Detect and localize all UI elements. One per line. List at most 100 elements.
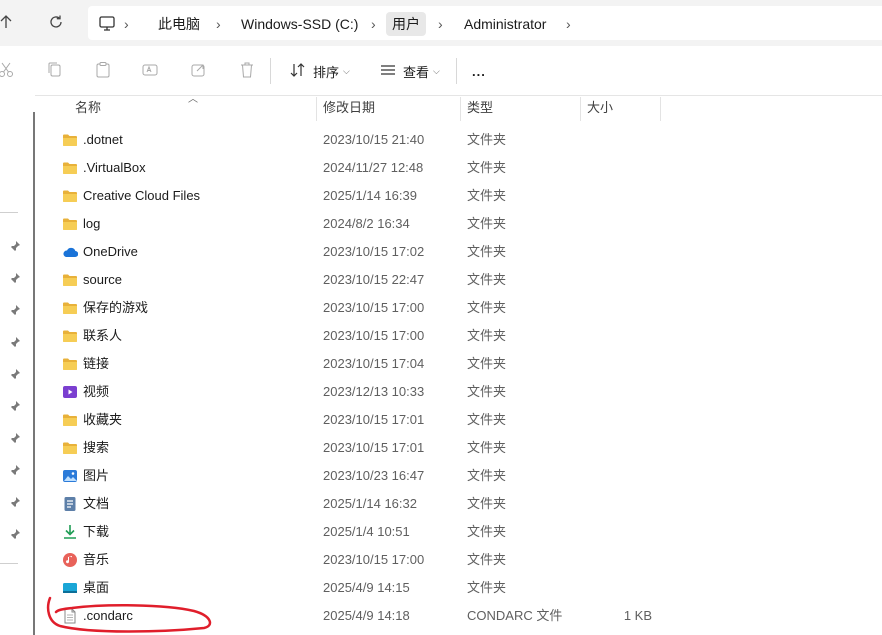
file-type: 文件夹 <box>467 384 507 399</box>
chevron-right-icon: › <box>124 16 129 32</box>
address-bar: › 此电脑 › Windows-SSD (C:) › 用户 › Administ… <box>0 0 882 46</box>
navigation-pane[interactable] <box>0 95 35 635</box>
pin-icon[interactable] <box>9 496 21 508</box>
pin-icon[interactable] <box>9 240 21 252</box>
nav-divider <box>0 563 18 564</box>
pin-icon[interactable] <box>9 272 21 284</box>
pin-icon[interactable] <box>9 528 21 540</box>
file-row[interactable]: 链接 2023/10/15 17:04 文件夹 <box>42 350 882 378</box>
folder-icon <box>62 356 78 372</box>
file-type: 文件夹 <box>467 468 507 483</box>
breadcrumb[interactable]: › 此电脑 › Windows-SSD (C:) › 用户 › Administ… <box>88 6 882 40</box>
file-type: 文件夹 <box>467 272 507 287</box>
view-icon <box>379 61 397 82</box>
file-row[interactable]: 保存的游戏 2023/10/15 17:00 文件夹 <box>42 294 882 322</box>
rename-icon[interactable] <box>141 60 161 80</box>
file-type: 文件夹 <box>467 160 507 175</box>
file-name: 保存的游戏 <box>83 300 149 315</box>
crumb-administrator[interactable]: Administrator <box>458 12 552 36</box>
crumb-users[interactable]: 用户 <box>386 12 426 36</box>
file-row[interactable]: 联系人 2023/10/15 17:00 文件夹 <box>42 322 882 350</box>
sort-icon <box>289 61 307 82</box>
file-row[interactable]: OneDrive 2023/10/15 17:02 文件夹 <box>42 238 882 266</box>
file-row[interactable]: 文档 2025/1/14 16:32 文件夹 <box>42 490 882 518</box>
file-row[interactable]: 音乐 2023/10/15 17:00 文件夹 <box>42 546 882 574</box>
file-name: .condarc <box>83 608 133 623</box>
pin-icon[interactable] <box>9 400 21 412</box>
view-button[interactable]: 查看 ⌵ <box>379 58 440 84</box>
folder-icon <box>62 132 78 148</box>
column-divider[interactable] <box>316 97 317 121</box>
file-name: 音乐 <box>83 552 110 567</box>
column-divider[interactable] <box>460 97 461 121</box>
file-row[interactable]: source 2023/10/15 22:47 文件夹 <box>42 266 882 294</box>
file-modified-date: 2023/10/23 16:47 <box>323 468 425 483</box>
column-divider[interactable] <box>580 97 581 121</box>
pin-icon[interactable] <box>9 432 21 444</box>
chevron-down-icon: ⌵ <box>343 65 350 76</box>
pictures-folder-icon <box>62 468 78 484</box>
column-header-name[interactable]: 名称 <box>75 95 101 121</box>
sort-button[interactable]: 排序 ⌵ <box>289 58 350 84</box>
file-row[interactable]: log 2024/8/2 16:34 文件夹 <box>42 210 882 238</box>
share-icon[interactable] <box>189 60 209 80</box>
file-modified-date: 2023/10/15 21:40 <box>323 132 425 147</box>
chevron-right-icon: › <box>371 16 376 32</box>
column-header-date[interactable]: 修改日期 <box>323 95 375 121</box>
file-name: Creative Cloud Files <box>83 188 201 203</box>
view-label: 查看 <box>403 64 430 80</box>
music-folder-icon <box>62 552 78 568</box>
crumb-drive-c[interactable]: Windows-SSD (C:) <box>235 12 364 36</box>
file-modified-date: 2025/4/9 14:15 <box>323 580 410 595</box>
file-type: 文件夹 <box>467 216 507 231</box>
cut-icon[interactable] <box>0 60 16 80</box>
file-row[interactable]: 下载 2025/1/4 10:51 文件夹 <box>42 518 882 546</box>
file-modified-date: 2023/12/13 10:33 <box>323 384 425 399</box>
pin-icon[interactable] <box>9 304 21 316</box>
file-row[interactable]: Creative Cloud Files 2025/1/14 16:39 文件夹 <box>42 182 882 210</box>
file-row[interactable]: .condarc 2025/4/9 14:18 CONDARC 文件 1 KB <box>42 602 882 630</box>
crumb-this-pc[interactable]: 此电脑 <box>152 12 206 36</box>
file-type: CONDARC 文件 <box>467 608 563 623</box>
chevron-right-icon: › <box>216 16 221 32</box>
more-options-button[interactable]: ... <box>472 58 486 84</box>
computer-icon[interactable] <box>98 14 116 35</box>
file-row[interactable]: .VirtualBox 2024/11/27 12:48 文件夹 <box>42 154 882 182</box>
file-type: 文件夹 <box>467 244 507 259</box>
toolbar-divider <box>456 58 457 84</box>
file-row[interactable]: 搜索 2023/10/15 17:01 文件夹 <box>42 434 882 462</box>
file-modified-date: 2023/10/15 17:04 <box>323 356 425 371</box>
file-name: OneDrive <box>83 244 138 259</box>
file-row[interactable]: 桌面 2025/4/9 14:15 文件夹 <box>42 574 882 602</box>
up-arrow-icon[interactable] <box>0 10 18 34</box>
column-header-type[interactable]: 类型 <box>467 95 493 121</box>
column-header-size[interactable]: 大小 <box>587 95 613 121</box>
pane-splitter[interactable] <box>33 112 35 635</box>
file-row[interactable]: 图片 2023/10/23 16:47 文件夹 <box>42 462 882 490</box>
file-type: 文件夹 <box>467 496 507 511</box>
video-folder-icon <box>62 384 78 400</box>
file-row[interactable]: .dotnet 2023/10/15 21:40 文件夹 <box>42 126 882 154</box>
copy-icon[interactable] <box>45 60 65 80</box>
file-modified-date: 2025/4/9 14:18 <box>323 608 410 623</box>
file-modified-date: 2023/10/15 17:00 <box>323 552 425 567</box>
file-row[interactable]: 收藏夹 2023/10/15 17:01 文件夹 <box>42 406 882 434</box>
chevron-right-icon[interactable]: › <box>566 12 571 36</box>
folder-icon <box>62 412 78 428</box>
file-name: 桌面 <box>83 580 110 595</box>
delete-icon[interactable] <box>237 60 257 80</box>
file-type: 文件夹 <box>467 552 507 567</box>
refresh-icon[interactable] <box>44 10 68 34</box>
file-row[interactable]: 视频 2023/12/13 10:33 文件夹 <box>42 378 882 406</box>
pin-icon[interactable] <box>9 464 21 476</box>
file-type: 文件夹 <box>467 300 507 315</box>
file-modified-date: 2023/10/15 22:47 <box>323 272 425 287</box>
column-divider[interactable] <box>660 97 661 121</box>
file-name: 下载 <box>83 524 110 539</box>
file-type: 文件夹 <box>467 412 507 427</box>
file-size: 1 KB <box>623 608 652 623</box>
paste-icon[interactable] <box>93 60 113 80</box>
file-name: source <box>83 272 123 287</box>
pin-icon[interactable] <box>9 336 21 348</box>
pin-icon[interactable] <box>9 368 21 380</box>
